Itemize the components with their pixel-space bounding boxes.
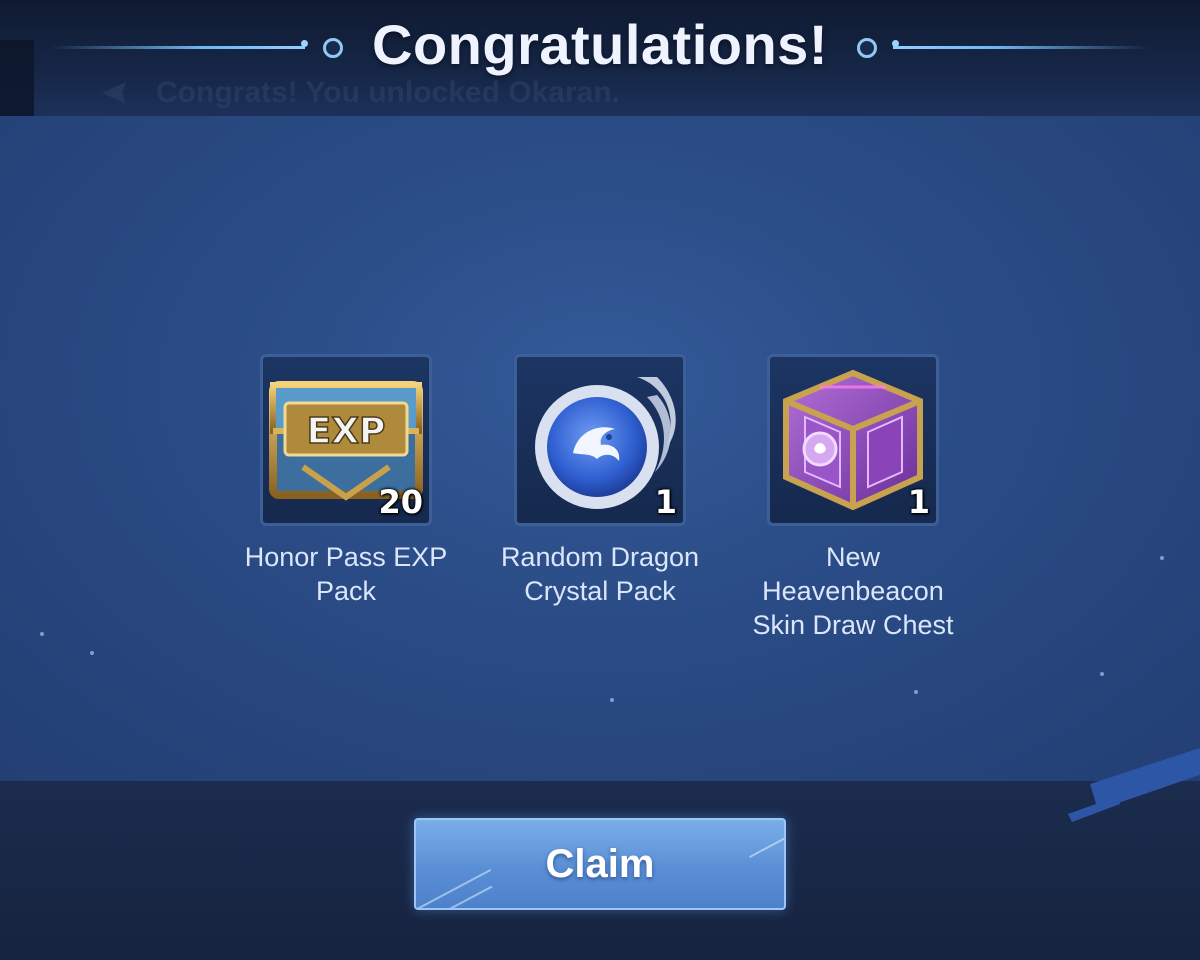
reward-icon-frame[interactable]: 1 [767, 354, 939, 526]
svg-text:EXP: EXP [307, 411, 386, 452]
reward-name-line: New [825, 542, 880, 572]
reward-name: Random Dragon Crystal Pack [480, 540, 720, 608]
star-sparkle [914, 690, 918, 694]
header-bar: Congrats! You unlocked Okaran. Congratul… [0, 0, 1200, 116]
button-streak [749, 828, 784, 858]
star-sparkle [610, 698, 614, 702]
background-notice: Congrats! You unlocked Okaran. [100, 76, 620, 110]
reward-icon-frame[interactable]: 1 [514, 354, 686, 526]
page-title: Congratulations! [372, 13, 828, 76]
reward-name-line: Heavenbeacon [762, 576, 944, 606]
reward-name: New Heavenbeacon Skin Draw Chest [733, 540, 973, 642]
star-sparkle [1100, 672, 1104, 676]
reward-name-line: Honor Pass EXP [244, 542, 448, 572]
reward-name-line: Random Dragon [500, 542, 700, 572]
rewards-list: EXP 20 Honor Pass EXP Pack 1 Random Drag… [0, 354, 1200, 654]
reward-item-exp-pack[interactable]: EXP 20 Honor Pass EXP Pack [226, 354, 466, 608]
button-streak [416, 868, 492, 908]
claim-button-label: Claim [545, 841, 655, 886]
reward-count: 1 [654, 483, 677, 521]
reward-item-dragon-crystal[interactable]: 1 Random Dragon Crystal Pack [480, 354, 720, 608]
claim-button[interactable]: Claim [414, 818, 786, 910]
corner-decoration [1068, 748, 1200, 822]
reward-icon-frame[interactable]: EXP 20 [260, 354, 432, 526]
rewards-panel: EXP 20 Honor Pass EXP Pack 1 Random Drag… [0, 116, 1200, 781]
background-notice-text: Congrats! You unlocked Okaran. [156, 76, 620, 109]
reward-name-line: Skin Draw Chest [752, 610, 954, 640]
reward-name: Honor Pass EXP Pack [226, 540, 466, 608]
reward-name-line: Pack [315, 576, 377, 606]
reward-name-line: Crystal Pack [524, 576, 676, 606]
reward-item-heavenbeacon-chest[interactable]: 1 New Heavenbeacon Skin Draw Chest [733, 354, 973, 642]
reward-count: 1 [907, 483, 930, 521]
megaphone-icon [102, 82, 126, 104]
reward-count: 20 [378, 483, 423, 521]
